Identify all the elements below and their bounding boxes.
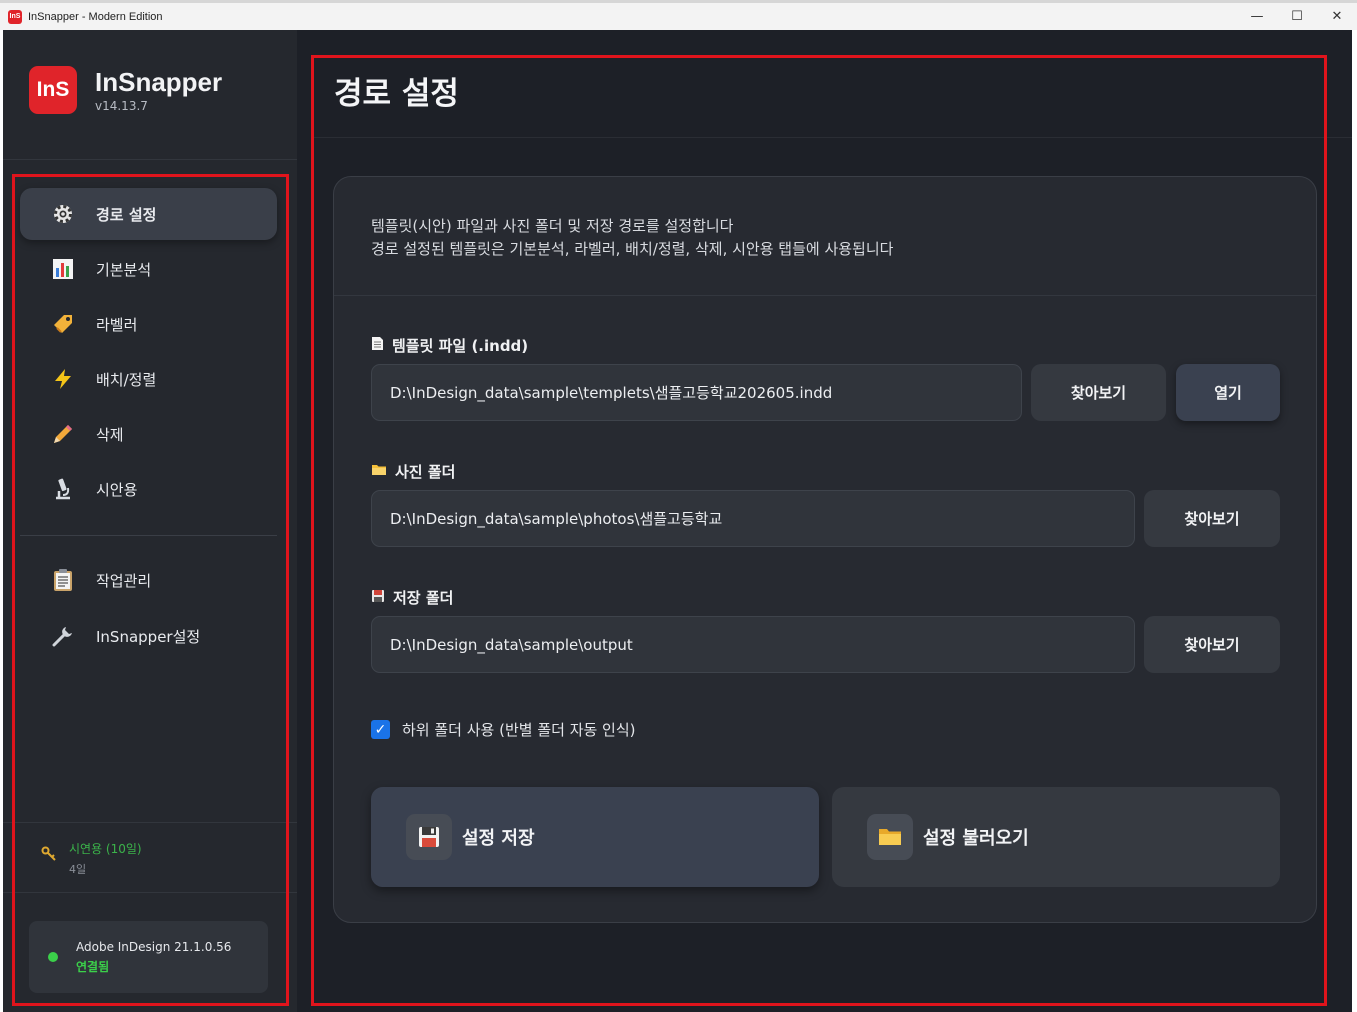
sidebar-item-task-management[interactable]: 작업관리 (20, 554, 277, 606)
sidebar-item-basic-analysis[interactable]: 기본분석 (20, 243, 277, 295)
sidebar-item-path-settings[interactable]: 경로 설정 (20, 188, 277, 240)
bar-chart-icon (50, 256, 76, 282)
pencil-icon (50, 421, 76, 447)
main-content: 경로 설정 템플릿(시안) 파일과 사진 폴더 및 저장 경로를 설정합니다 경… (297, 30, 1352, 1012)
folder-icon (867, 814, 913, 860)
connection-status-card: Adobe InDesign 21.1.0.56 연결됨 (29, 921, 268, 993)
brand-name: InSnapper (95, 67, 223, 97)
divider (20, 535, 277, 536)
window-title: InSnapper - Modern Edition (28, 10, 163, 23)
sidebar-item-label: 시안용 (96, 480, 138, 499)
status-dot-icon (48, 952, 58, 962)
load-settings-button[interactable]: 설정 불러오기 (832, 787, 1280, 887)
sidebar-item-label: 배치/정렬 (96, 370, 157, 389)
photos-browse-button[interactable]: 찾아보기 (1144, 490, 1280, 547)
brand: InS InSnapper v14.13.7 (29, 66, 222, 114)
minimize-button[interactable]: — (1237, 3, 1277, 30)
subfolder-label: 하위 폴더 사용 (반별 폴더 자동 인식) (402, 721, 636, 739)
divider (314, 137, 1352, 138)
sidebar-item-label: InSnapper설정 (96, 627, 201, 646)
divider (3, 822, 297, 823)
description: 템플릿(시안) 파일과 사진 폴더 및 저장 경로를 설정합니다 경로 설정된 … (371, 215, 893, 261)
maximize-button[interactable]: ☐ (1277, 3, 1317, 30)
page-title: 경로 설정 (334, 76, 459, 112)
key-icon (41, 846, 57, 866)
connected-app-name: Adobe InDesign 21.1.0.56 (76, 939, 232, 954)
gear-icon (50, 201, 76, 227)
subfolder-checkbox[interactable]: ✓ (371, 720, 390, 739)
lightning-icon (50, 366, 76, 392)
floppy-disk-icon (371, 589, 385, 607)
output-browse-button[interactable]: 찾아보기 (1144, 616, 1280, 673)
template-file-label: 템플릿 파일 (.indd) (371, 335, 528, 356)
window-controls: — ☐ ✕ (1237, 3, 1357, 30)
trial-title: 시연용 (10일) (69, 842, 142, 856)
load-settings-label: 설정 불러오기 (923, 828, 1029, 849)
wrench-icon (50, 623, 76, 649)
description-line: 템플릿(시안) 파일과 사진 폴더 및 저장 경로를 설정합니다 (371, 217, 734, 235)
sidebar-item-insnapper-settings[interactable]: InSnapper설정 (20, 610, 277, 662)
divider (3, 892, 297, 893)
tag-icon (50, 311, 76, 337)
output-folder-input[interactable]: D:\InDesign_data\sample\output (371, 616, 1135, 673)
sidebar: InS InSnapper v14.13.7 경로 설정 기본분석 라벨러 배치… (3, 30, 297, 1012)
trial-info: 시연용 (10일) 4일 (41, 840, 142, 877)
sidebar-item-label: 작업관리 (96, 571, 152, 590)
connection-status-text: 연결됨 (76, 959, 110, 974)
divider (334, 295, 1316, 296)
divider (3, 159, 297, 160)
document-icon (371, 336, 384, 355)
sidebar-item-label: 경로 설정 (96, 205, 157, 224)
output-folder-label: 저장 폴더 (371, 587, 453, 608)
brand-version: v14.13.7 (95, 99, 148, 113)
brand-logo-icon: InS (29, 66, 77, 114)
app-window: InS InSnapper v14.13.7 경로 설정 기본분석 라벨러 배치… (3, 30, 1352, 1012)
app-logo-icon: InS (8, 9, 22, 24)
sidebar-item-batch-sort[interactable]: 배치/정렬 (20, 353, 277, 405)
save-settings-button[interactable]: 설정 저장 (371, 787, 819, 887)
folder-icon (371, 463, 387, 480)
close-button[interactable]: ✕ (1317, 3, 1357, 30)
template-file-input[interactable]: D:\InDesign_data\sample\templets\샘플고등학교2… (371, 364, 1022, 421)
microscope-icon (50, 476, 76, 502)
sidebar-item-label: 삭제 (96, 425, 124, 444)
settings-card: 템플릿(시안) 파일과 사진 폴더 및 저장 경로를 설정합니다 경로 설정된 … (333, 176, 1317, 923)
template-browse-button[interactable]: 찾아보기 (1031, 364, 1166, 421)
template-open-button[interactable]: 열기 (1176, 364, 1280, 421)
sidebar-item-labeler[interactable]: 라벨러 (20, 298, 277, 350)
sidebar-item-label: 라벨러 (96, 315, 138, 334)
clipboard-icon (50, 567, 76, 593)
trial-remaining: 4일 (69, 863, 87, 876)
window-titlebar: InS InSnapper - Modern Edition — ☐ ✕ (0, 0, 1357, 30)
description-line: 경로 설정된 템플릿은 기본분석, 라벨러, 배치/정렬, 삭제, 시안용 탭들… (371, 240, 894, 258)
photos-folder-input[interactable]: D:\InDesign_data\sample\photos\샘플고등학교 (371, 490, 1135, 547)
photos-folder-label: 사진 폴더 (371, 461, 455, 482)
subfolder-option[interactable]: ✓ 하위 폴더 사용 (반별 폴더 자동 인식) (371, 719, 636, 740)
save-settings-label: 설정 저장 (462, 828, 535, 849)
sidebar-item-draft[interactable]: 시안용 (20, 463, 277, 515)
floppy-disk-icon (406, 814, 452, 860)
sidebar-item-label: 기본분석 (96, 260, 152, 279)
sidebar-item-delete[interactable]: 삭제 (20, 408, 277, 460)
